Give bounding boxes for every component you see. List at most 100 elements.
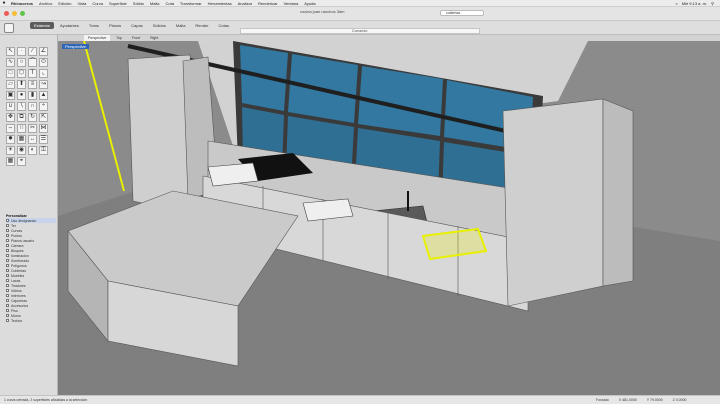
grid-tool-icon[interactable]: ▦	[6, 157, 15, 166]
trim-tool-icon[interactable]: ✂	[28, 124, 37, 133]
toolbar-tab[interactable]: Ayudantes	[56, 22, 83, 29]
cylinder-tool-icon[interactable]: ▮	[28, 91, 37, 100]
close-button[interactable]	[4, 11, 9, 16]
layer-checkbox[interactable]	[6, 219, 9, 222]
text-tool-icon[interactable]: T	[28, 69, 37, 78]
apple-menu-icon[interactable]: ●	[0, 0, 8, 6]
menu-item[interactable]: Edición	[55, 1, 74, 6]
layer-checkbox[interactable]	[6, 254, 9, 257]
scale-tool-icon[interactable]: ⇱	[39, 113, 48, 122]
layer-checkbox[interactable]	[6, 229, 9, 232]
copy-tool-icon[interactable]: ⧉	[17, 113, 26, 122]
toolbar-tab[interactable]: Planos	[105, 22, 125, 29]
menu-item[interactable]: Renderizar	[255, 1, 281, 6]
layer-checkbox[interactable]	[6, 284, 9, 287]
menu-item[interactable]: Archivo	[36, 1, 55, 6]
boolean-diff-icon[interactable]: ∖	[17, 102, 26, 111]
layer-checkbox[interactable]	[6, 239, 9, 242]
menu-item[interactable]: Malla	[147, 1, 163, 6]
layer-checkbox[interactable]	[6, 279, 9, 282]
layer-checkbox[interactable]	[6, 234, 9, 237]
loft-tool-icon[interactable]: ≡	[28, 80, 37, 89]
sweep-tool-icon[interactable]: ↝	[39, 80, 48, 89]
curve-tool-icon[interactable]: ∿	[6, 58, 15, 67]
layer-checkbox[interactable]	[6, 314, 9, 317]
render-tool-icon[interactable]: ☀	[6, 146, 15, 155]
boolean-intersect-icon[interactable]: ∩	[28, 102, 37, 111]
command-line[interactable]: Comando:	[240, 28, 480, 34]
split-tool-icon[interactable]: ÷	[39, 102, 48, 111]
explode-tool-icon[interactable]: ✸	[6, 135, 15, 144]
menu-item[interactable]: Herramientas	[205, 1, 235, 6]
menu-item[interactable]: Superficie	[106, 1, 130, 6]
dimension-tool-icon[interactable]: ↔	[28, 135, 37, 144]
sidebar-toggle-button[interactable]	[4, 23, 14, 33]
sphere-tool-icon[interactable]: ●	[17, 91, 26, 100]
toolbar-tab[interactable]: Capas	[127, 22, 147, 29]
rotate-tool-icon[interactable]: ↻	[28, 113, 37, 122]
menu-item[interactable]: Transformar	[177, 1, 205, 6]
toolbar-tab[interactable]: Malla	[172, 22, 190, 29]
ellipse-tool-icon[interactable]: ⬭	[39, 58, 48, 67]
layer-checkbox[interactable]	[6, 294, 9, 297]
layer-tool-icon[interactable]: ☰	[39, 135, 48, 144]
polygon-tool-icon[interactable]: ⬡	[17, 69, 26, 78]
arc-tool-icon[interactable]: ⌒	[28, 58, 37, 67]
menu-item[interactable]: Cota	[162, 1, 176, 6]
snap-mode[interactable]: Forzado	[596, 398, 609, 402]
hide-tool-icon[interactable]: ◐	[28, 146, 37, 155]
fillet-tool-icon[interactable]: ⌞	[39, 69, 48, 78]
layer-checkbox[interactable]	[6, 289, 9, 292]
rectangle-tool-icon[interactable]: □	[6, 69, 15, 78]
array-tool-icon[interactable]: ∷	[17, 124, 26, 133]
mirror-tool-icon[interactable]: ⇔	[6, 124, 15, 133]
cone-tool-icon[interactable]: ▲	[39, 91, 48, 100]
move-tool-icon[interactable]: ✥	[6, 113, 15, 122]
snap-tool-icon[interactable]: ⌖	[17, 157, 26, 166]
wifi-icon[interactable]: ≈	[676, 1, 678, 6]
menu-item[interactable]: Ayuda	[301, 1, 318, 6]
menu-item[interactable]: Ventana	[281, 1, 302, 6]
layer-checkbox[interactable]	[6, 309, 9, 312]
material-tool-icon[interactable]: ◉	[17, 146, 26, 155]
toolbar-tab[interactable]: Cotas	[215, 22, 233, 29]
extrude-tool-icon[interactable]: ⬆	[17, 80, 26, 89]
viewport-perspective[interactable]: Perspective	[58, 41, 720, 395]
circle-tool-icon[interactable]: ○	[17, 58, 26, 67]
box-tool-icon[interactable]: ▣	[6, 91, 15, 100]
search-input[interactable]: cubiertas	[440, 10, 484, 16]
select-tool-icon[interactable]: ↖	[6, 47, 15, 56]
search-icon[interactable]: ⚲	[711, 1, 714, 6]
boolean-union-icon[interactable]: ∪	[6, 102, 15, 111]
layer-checkbox[interactable]	[6, 224, 9, 227]
layer-row[interactable]: Techos	[6, 318, 56, 323]
menu-item[interactable]: Curva	[89, 1, 106, 6]
menu-item[interactable]: Analizar	[235, 1, 255, 6]
layer-checkbox[interactable]	[6, 249, 9, 252]
polyline-tool-icon[interactable]: ∠	[39, 47, 48, 56]
layer-checkbox[interactable]	[6, 299, 9, 302]
layer-checkbox[interactable]	[6, 244, 9, 247]
lock-tool-icon[interactable]: ⚿	[39, 146, 48, 155]
group-tool-icon[interactable]: ▦	[17, 135, 26, 144]
toolbar-tab[interactable]: Sólidos	[149, 22, 170, 29]
point-tool-icon[interactable]: ·	[17, 47, 26, 56]
join-tool-icon[interactable]: ⋈	[39, 124, 48, 133]
maximize-button[interactable]	[20, 11, 25, 16]
toolbar-tab[interactable]: Trans	[85, 22, 103, 29]
layer-checkbox[interactable]	[6, 264, 9, 267]
layer-checkbox[interactable]	[6, 259, 9, 262]
menu-item[interactable]: Vista	[74, 1, 89, 6]
layer-checkbox[interactable]	[6, 319, 9, 322]
toolbar-tab[interactable]: Render	[191, 22, 212, 29]
layer-checkbox[interactable]	[6, 274, 9, 277]
scene-render[interactable]	[58, 41, 720, 395]
toolbar-tab[interactable]: Estándar	[30, 22, 55, 29]
minimize-button[interactable]	[12, 11, 17, 16]
surface-tool-icon[interactable]: ▱	[6, 80, 15, 89]
clock[interactable]: Mié 9:13 a. m.	[682, 1, 707, 6]
layer-checkbox[interactable]	[6, 269, 9, 272]
layer-checkbox[interactable]	[6, 304, 9, 307]
line-tool-icon[interactable]: ∕	[28, 47, 37, 56]
app-menu[interactable]: Rhinoceros	[8, 1, 36, 6]
